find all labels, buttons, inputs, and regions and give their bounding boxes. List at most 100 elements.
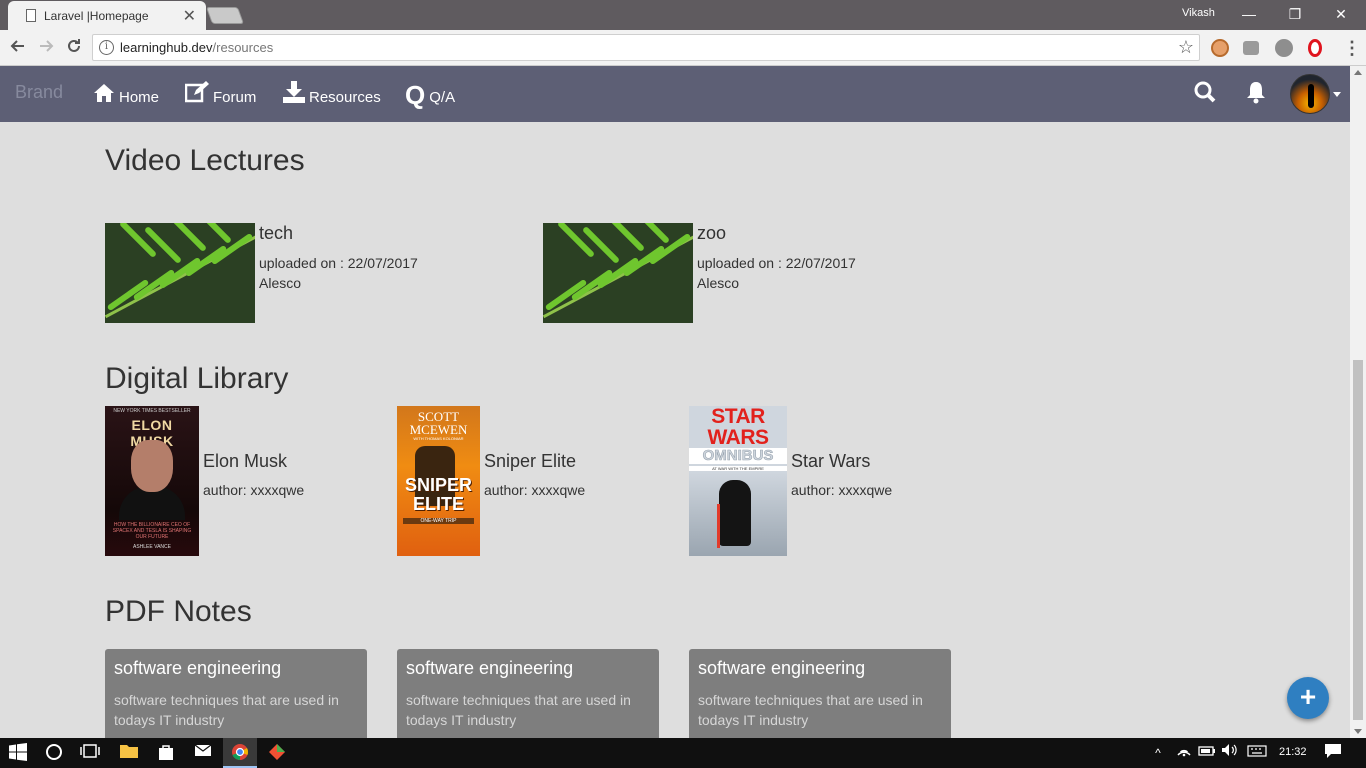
keyboard-icon[interactable]	[1246, 743, 1268, 763]
cover-text: OMNIBUS	[689, 447, 787, 464]
opera-extension-icon[interactable]	[1308, 39, 1322, 57]
clock-time[interactable]: 21:32	[1279, 746, 1307, 758]
search-icon[interactable]	[1194, 80, 1216, 109]
profile-name[interactable]: Vikash	[1182, 7, 1215, 19]
file-explorer-icon[interactable]	[118, 743, 140, 763]
tab-close-icon[interactable]: ✕	[183, 6, 196, 26]
back-arrow-icon[interactable]	[6, 36, 30, 60]
section-title-library: Digital Library	[105, 362, 289, 395]
address-bar[interactable]: i learninghub.dev/resources ☆	[92, 34, 1200, 61]
pdf-card[interactable]: software engineering software techniques…	[105, 649, 367, 738]
chevron-up-icon[interactable]: ^	[1150, 743, 1166, 763]
scrollbar-thumb[interactable]	[1353, 360, 1363, 720]
volume-icon[interactable]	[1221, 743, 1239, 763]
browser-toolbar: i learninghub.dev/resources ☆ ⋮	[0, 30, 1366, 66]
drive-extension-icon[interactable]	[1243, 41, 1259, 55]
mail-icon[interactable]	[193, 743, 213, 763]
pdf-title[interactable]: software engineering	[698, 658, 865, 679]
book-title[interactable]: Sniper Elite	[484, 451, 576, 472]
video-author: Alesco	[697, 275, 740, 291]
cover-figure	[131, 440, 173, 492]
video-thumbnail[interactable]	[543, 223, 693, 323]
avatar-figure	[1308, 84, 1314, 108]
book-cover[interactable]: STAR WARS OMNIBUS AT WAR WITH THE EMPIRE	[689, 406, 787, 556]
video-title[interactable]: tech	[259, 223, 293, 244]
avatar[interactable]	[1290, 74, 1330, 114]
q-icon: Q	[405, 80, 426, 110]
video-upload-date: uploaded on : 22/07/2017	[259, 255, 418, 271]
book-title[interactable]: Elon Musk	[203, 451, 287, 472]
nav-label-forum: Forum	[213, 89, 257, 106]
nav-item-home[interactable]: Home	[93, 80, 159, 108]
cover-text: AT WAR WITH THE EMPIRE	[689, 466, 787, 471]
reload-icon[interactable]	[62, 36, 86, 60]
pdf-description: software techniques that are used in tod…	[406, 692, 631, 728]
book-author: author: xxxxqwe	[203, 482, 305, 498]
edit-icon	[184, 81, 209, 108]
cover-text: NEW YORK TIMES BESTSELLER	[113, 408, 191, 414]
cortana-icon[interactable]	[44, 743, 64, 763]
video-title[interactable]: zoo	[697, 223, 726, 244]
cover-text: SCOTT MCEWEN	[409, 409, 468, 437]
task-view-icon[interactable]	[80, 743, 100, 763]
scroll-down-arrow-icon[interactable]	[1354, 729, 1362, 734]
url-text[interactable]: learninghub.dev/resources	[120, 40, 273, 55]
cover-text: SNIPER ELITE	[404, 475, 473, 514]
info-icon[interactable]: i	[99, 40, 114, 55]
minimize-button[interactable]: —	[1234, 4, 1264, 24]
bookmark-star-icon[interactable]: ☆	[1178, 37, 1194, 58]
browser-titlebar: Laravel |Homepage ✕ Vikash — ❐ ✕	[0, 0, 1366, 30]
pdf-title[interactable]: software engineering	[406, 658, 573, 679]
book-author: author: xxxxqwe	[484, 482, 586, 498]
book-author: author: xxxxqwe	[791, 482, 893, 498]
section-title-videos: Video Lectures	[105, 144, 305, 177]
restore-button[interactable]: ❐	[1280, 4, 1310, 24]
video-author: Alesco	[259, 275, 302, 291]
bell-icon[interactable]	[1245, 80, 1267, 109]
chevron-down-icon[interactable]	[1333, 92, 1341, 97]
url-host: learninghub.dev	[120, 40, 213, 55]
cover-figure	[717, 504, 720, 548]
page-icon	[26, 9, 36, 22]
close-window-button[interactable]: ✕	[1326, 4, 1356, 24]
chrome-taskbar-button[interactable]	[223, 738, 257, 768]
fern-leaf	[143, 225, 183, 265]
fern-leaf	[581, 225, 621, 265]
add-button[interactable]: +	[1287, 677, 1329, 719]
nav-label-resources: Resources	[309, 89, 381, 106]
home-icon	[93, 83, 115, 108]
pdf-description: software techniques that are used in tod…	[114, 692, 339, 728]
wifi-icon[interactable]	[1175, 743, 1193, 763]
page-viewport: Brand Home Forum Resources Q Q/A Video L…	[0, 66, 1350, 738]
new-tab-button[interactable]	[205, 7, 245, 24]
book-title[interactable]: Star Wars	[791, 451, 870, 472]
cover-text: ASHLEE VANCE	[133, 544, 171, 550]
video-thumbnail[interactable]	[105, 223, 255, 323]
scroll-up-arrow-icon[interactable]	[1354, 70, 1362, 75]
menu-dots-icon[interactable]: ⋮	[1340, 36, 1364, 60]
brand-link[interactable]: Brand	[15, 82, 63, 103]
taskbar: ^ 21:32	[0, 738, 1366, 768]
pdf-card[interactable]: software engineering software techniques…	[397, 649, 659, 738]
page-scrollbar[interactable]	[1350, 66, 1366, 738]
store-icon[interactable]	[156, 743, 176, 763]
nav-item-forum[interactable]: Forum	[184, 80, 257, 108]
nav-item-qa[interactable]: Q Q/A	[405, 80, 455, 108]
git-icon[interactable]	[267, 743, 287, 763]
extension-icon[interactable]	[1275, 39, 1293, 57]
book-cover[interactable]: SCOTT MCEWEN WITH THOMAS KOLONIAR SNIPER…	[397, 406, 480, 556]
pdf-title[interactable]: software engineering	[114, 658, 281, 679]
windows-start-icon[interactable]	[8, 743, 28, 763]
nav-item-resources[interactable]: Resources	[283, 80, 381, 108]
site-navbar: Brand Home Forum Resources Q Q/A	[0, 66, 1350, 122]
notifications-icon[interactable]	[1323, 743, 1343, 763]
pdf-card[interactable]: software engineering software techniques…	[689, 649, 951, 738]
forward-arrow-icon[interactable]	[34, 36, 58, 60]
cover-figure	[719, 480, 751, 546]
nav-label-home: Home	[119, 89, 160, 106]
cover-text: HOW THE BILLIONAIRE CEO OF SPACEX AND TE…	[112, 522, 192, 540]
browser-tab[interactable]: Laravel |Homepage ✕	[8, 1, 206, 30]
book-cover[interactable]: NEW YORK TIMES BESTSELLER ELON MUSK HOW …	[105, 406, 199, 556]
battery-icon[interactable]	[1198, 743, 1216, 763]
cookie-extension-icon[interactable]	[1211, 39, 1229, 57]
